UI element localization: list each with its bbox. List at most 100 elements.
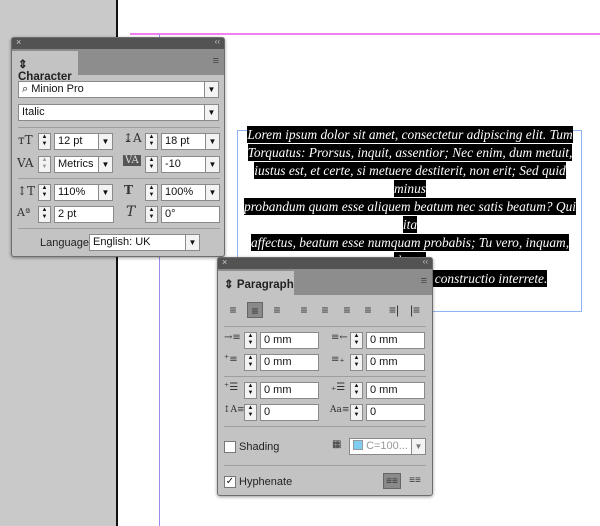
language-label: Language:	[40, 237, 92, 249]
space-after-field[interactable]: 0 mm	[366, 382, 425, 399]
kerning-icon: VA	[17, 156, 34, 170]
hyphenate-checkbox[interactable]: ✓	[224, 476, 236, 488]
font-style-dropdown[interactable]: ▼	[204, 104, 219, 121]
divider	[224, 426, 426, 427]
text-line: Lorem ipsum dolor sit amet, consectetur …	[247, 126, 573, 143]
space-after-stepper[interactable]: ▲ ▼	[350, 382, 363, 399]
font-size-dropdown[interactable]: ▼	[98, 133, 113, 150]
close-icon[interactable]: ×	[222, 257, 227, 267]
leading-icon: ↨A	[123, 131, 142, 145]
justify-center-button[interactable]: ≡	[317, 302, 333, 318]
horizontal-scale-field[interactable]: 100%	[161, 184, 206, 201]
drop-cap-chars-stepper[interactable]: ▲ ▼	[350, 404, 363, 421]
last-line-indent-field[interactable]: 0 mm	[366, 354, 425, 371]
text-line: Torquatus: Prorsus, inquit, assentior; N…	[247, 144, 573, 161]
baseline-shift-field[interactable]: 2 pt	[54, 206, 114, 223]
panel-menu-icon[interactable]: ≡	[213, 55, 219, 67]
text-line: probandum quam esse aliquem beatum nec s…	[244, 198, 576, 233]
panel-titlebar[interactable]: × ‹‹	[12, 37, 224, 49]
justify-left-button[interactable]: ≡	[296, 302, 312, 318]
shading-checkbox[interactable]	[224, 441, 236, 453]
drop-cap-lines-stepper[interactable]: ▲ ▼	[244, 404, 257, 421]
shading-settings-icon[interactable]: ▦	[332, 439, 341, 450]
last-line-indent-icon: ≡₊	[331, 354, 345, 365]
justify-right-button[interactable]: ≡	[339, 302, 355, 318]
hyphenate-label: Hyphenate	[239, 476, 293, 488]
text-line: iustus est, et certe, si metuere destite…	[254, 162, 566, 197]
baseline-shift-stepper[interactable]: ▲ ▼	[38, 206, 51, 223]
collapse-icon[interactable]: ‹‹	[423, 257, 428, 266]
vertical-scale-icon: ↕T	[17, 184, 36, 198]
leading-field[interactable]: 18 pt	[161, 133, 206, 150]
first-line-indent-field[interactable]: 0 mm	[260, 354, 319, 371]
horizontal-scale-icon: T	[124, 183, 133, 197]
divider	[18, 178, 220, 179]
skew-stepper[interactable]: ▲ ▼	[145, 206, 158, 223]
tab-label: Paragraph	[236, 279, 294, 291]
font-style-field[interactable]: Italic	[18, 104, 205, 121]
tracking-dropdown[interactable]: ▼	[205, 156, 220, 173]
divider	[224, 376, 426, 377]
horizontal-scale-stepper[interactable]: ▲ ▼	[145, 184, 158, 201]
shading-color-value: C=100...	[366, 440, 408, 452]
language-field[interactable]: English: UK	[89, 234, 187, 251]
right-indent-stepper[interactable]: ▲ ▼	[350, 332, 363, 349]
tracking-stepper[interactable]: ▲ ▼	[145, 156, 158, 173]
vertical-scale-dropdown[interactable]: ▼	[98, 184, 113, 201]
font-family-field[interactable]: ⌕ Minion Pro	[18, 81, 205, 98]
vertical-scale-stepper[interactable]: ▲ ▼	[38, 184, 51, 201]
font-size-icon: ᴛT	[18, 133, 33, 147]
left-indent-stepper[interactable]: ▲ ▼	[244, 332, 257, 349]
divider	[224, 465, 426, 466]
right-indent-icon: ≡←	[331, 332, 348, 343]
align-towards-spine-button[interactable]: ≡|	[386, 302, 402, 318]
kerning-field[interactable]: Metrics	[54, 156, 99, 173]
collapse-icon[interactable]: ‹‹	[215, 37, 220, 46]
paragraph-panel: × ‹‹ ⇕ Paragraph ≡ ≡ ≡ ≡ ≡ ≡ ≡ ≡ ≡| |≡ →≡ …	[217, 257, 433, 496]
leading-stepper[interactable]: ▲ ▼	[145, 133, 158, 150]
kerning-stepper[interactable]: ▲ ▼	[38, 156, 51, 173]
justify-all-button[interactable]: ≡	[360, 302, 376, 318]
space-before-stepper[interactable]: ▲ ▼	[244, 382, 257, 399]
color-swatch	[353, 440, 363, 450]
last-line-indent-stepper[interactable]: ▲ ▼	[350, 354, 363, 371]
align-away-from-spine-button[interactable]: |≡	[407, 302, 423, 318]
align-right-button[interactable]: ≡	[269, 302, 285, 318]
drop-cap-lines-field[interactable]: 0	[260, 404, 319, 421]
panel-menu-icon[interactable]: ≡	[421, 275, 427, 287]
space-after-icon: ₊☰	[331, 382, 346, 393]
align-left-button[interactable]: ≡	[225, 302, 241, 318]
vertical-scale-field[interactable]: 110%	[54, 184, 99, 201]
font-family-dropdown[interactable]: ▼	[204, 81, 219, 98]
tracking-icon: VA	[123, 155, 141, 166]
close-icon[interactable]: ×	[16, 37, 21, 47]
align-center-button[interactable]: ≡	[247, 302, 263, 318]
font-size-field[interactable]: 12 pt	[54, 133, 99, 150]
balance-column-button[interactable]: ≡≡	[383, 473, 401, 489]
first-line-indent-stepper[interactable]: ▲ ▼	[244, 354, 257, 371]
skew-field[interactable]: 0°	[161, 206, 220, 223]
leading-dropdown[interactable]: ▼	[205, 133, 220, 150]
kerning-dropdown[interactable]: ▼	[98, 156, 113, 173]
tab-character[interactable]: ⇕ Character	[12, 51, 78, 83]
shading-color-dropdown[interactable]: ▼	[411, 438, 426, 455]
shading-color-field[interactable]: C=100...	[349, 438, 413, 455]
shading-label: Shading	[239, 441, 280, 453]
font-size-stepper[interactable]: ▲ ▼	[38, 133, 51, 150]
space-before-icon: ⁺☰	[224, 382, 239, 393]
left-indent-field[interactable]: 0 mm	[260, 332, 319, 349]
tab-paragraph[interactable]: ⇕ Paragraph	[218, 271, 294, 295]
right-indent-field[interactable]: 0 mm	[366, 332, 425, 349]
drop-cap-chars-field[interactable]: 0	[366, 404, 425, 421]
horizontal-scale-dropdown[interactable]: ▼	[205, 184, 220, 201]
character-panel: × ‹‹ ⇕ Character ≡ ⌕ Minion Pro ▼ Italic ▼…	[11, 37, 225, 257]
tracking-field[interactable]: -10	[161, 156, 206, 173]
baseline-shift-icon: Aª	[17, 206, 31, 219]
panel-titlebar[interactable]: × ‹‹	[218, 257, 432, 269]
language-dropdown[interactable]: ▼	[185, 234, 200, 251]
first-line-indent-icon: ⁺≡	[224, 354, 238, 365]
drop-cap-chars-icon: Aa≡	[330, 405, 350, 415]
space-before-field[interactable]: 0 mm	[260, 382, 319, 399]
span-column-button[interactable]: ≡≡	[406, 473, 424, 489]
divider	[18, 127, 220, 128]
